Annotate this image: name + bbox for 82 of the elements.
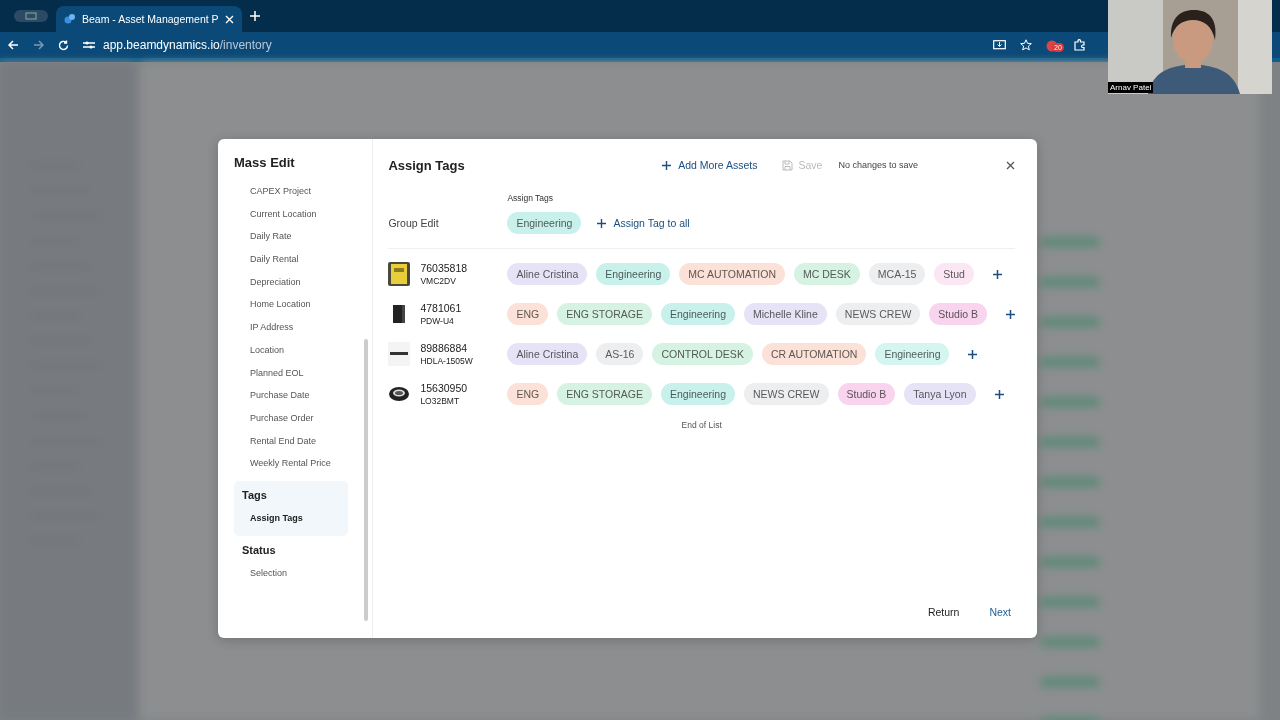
tag[interactable]: MC DESK [794, 263, 860, 285]
section-heading: Tags [242, 488, 268, 501]
close-icon[interactable] [1006, 160, 1015, 170]
plus-icon [662, 160, 672, 170]
end-of-list-text: End of List [680, 420, 723, 430]
save-icon [781, 159, 793, 171]
participant-name: Arnav Patel [1108, 82, 1154, 93]
tag[interactable]: AS-16 [596, 343, 644, 365]
install-app-icon[interactable] [993, 39, 1006, 51]
new-tab-icon[interactable] [249, 11, 260, 21]
assign-tag-to-all-button[interactable]: Assign Tag to all [597, 217, 690, 229]
tag[interactable]: ENG [507, 383, 549, 405]
asset-number: 4781061 [420, 302, 463, 314]
tag[interactable]: ENG STORAGE [557, 303, 652, 325]
tag[interactable]: Engineering [875, 343, 950, 365]
tag[interactable]: ENG [507, 303, 549, 325]
tag[interactable]: MC AUTOMATION [679, 263, 785, 285]
group-edit-label: Group Edit [388, 217, 440, 229]
tab-title: Beam - Asset Management P [82, 13, 219, 25]
address-field[interactable]: app.beamdynamics.io/inventory [103, 38, 272, 52]
asset-model: VMC2DV [420, 276, 457, 286]
tag[interactable]: Studio B [837, 383, 896, 405]
section-heading: Status [242, 543, 277, 556]
tag[interactable]: Tanya Lyon [904, 383, 976, 405]
modal-title: Mass Edit [234, 155, 296, 170]
add-tag-icon[interactable] [968, 349, 978, 359]
field-list-item[interactable]: Location [242, 338, 341, 362]
profile-icon[interactable] [14, 10, 48, 22]
asset-number: 76035818 [420, 262, 469, 274]
add-more-assets-button[interactable]: Add More Assets [662, 159, 758, 171]
reload-icon[interactable] [58, 39, 69, 51]
tag[interactable]: NEWS CREW [835, 303, 921, 325]
field-list-item[interactable]: Assign Tags [242, 506, 341, 530]
add-tag-icon[interactable] [1006, 309, 1015, 319]
save-status: No changes to save [838, 160, 918, 170]
tag[interactable]: Studio B [929, 303, 987, 325]
field-list-item[interactable]: Current Location [242, 202, 341, 226]
bookmark-star-icon[interactable] [1020, 39, 1032, 51]
field-list-item[interactable]: Daily Rental [242, 248, 341, 271]
field-list-item[interactable]: Selection [242, 561, 341, 585]
plus-icon [597, 218, 607, 228]
asset-number: 89886884 [420, 342, 469, 354]
asset-model: HDLA-1505W [420, 356, 474, 366]
tag[interactable]: Aline Cristina [507, 343, 588, 365]
field-list-item[interactable]: CAPEX Project [242, 180, 341, 203]
next-button[interactable]: Next [989, 606, 1011, 618]
back-icon[interactable] [8, 40, 19, 50]
tag[interactable]: Engineering [660, 303, 735, 325]
tag[interactable]: Engineering [660, 383, 735, 405]
tag[interactable]: Engineering [596, 263, 671, 285]
field-list-item[interactable]: Depreciation [242, 270, 341, 294]
tag[interactable]: MCA-15 [868, 263, 926, 285]
tag[interactable]: Stud [934, 263, 974, 285]
tag[interactable]: CR AUTOMATION [761, 343, 867, 365]
field-list-item[interactable]: Purchase Order [242, 406, 341, 430]
column-label: Assign Tags [507, 193, 555, 203]
panel-title: Assign Tags [388, 157, 466, 173]
beam-logo-icon [64, 13, 76, 25]
asset-model: LO32BMT [420, 396, 461, 406]
add-tag-icon[interactable] [992, 269, 1002, 279]
add-tag-icon[interactable] [994, 389, 1004, 399]
tag[interactable]: Engineering [507, 212, 582, 234]
tag[interactable]: CONTROL DESK [652, 343, 753, 365]
browser-tab[interactable]: Beam - Asset Management P [56, 6, 242, 32]
asset-number: 15630950 [420, 382, 469, 394]
return-button[interactable]: Return [927, 606, 960, 618]
tag[interactable]: ENG STORAGE [557, 383, 652, 405]
forward-icon[interactable] [33, 40, 44, 50]
tag[interactable]: NEWS CREW [744, 383, 829, 405]
scrollbar[interactable] [364, 339, 369, 621]
tag[interactable]: Aline Cristina [507, 263, 588, 285]
asset-model: PDW-U4 [420, 316, 455, 326]
field-list-item[interactable]: Planned EOL [242, 361, 341, 385]
field-list-item[interactable]: Rental End Date [242, 429, 341, 453]
field-list-item[interactable]: Purchase Date [242, 384, 341, 407]
field-list-item[interactable]: Daily Rate [242, 225, 341, 249]
field-list-item[interactable]: Home Location [242, 293, 341, 317]
extensions-puzzle-icon[interactable] [1074, 39, 1086, 51]
tag[interactable]: Michelle Kline [744, 303, 827, 325]
field-list-item[interactable]: Weekly Rental Price [242, 452, 341, 475]
site-settings-icon[interactable] [83, 40, 95, 50]
field-list-item[interactable]: IP Address [242, 316, 341, 339]
